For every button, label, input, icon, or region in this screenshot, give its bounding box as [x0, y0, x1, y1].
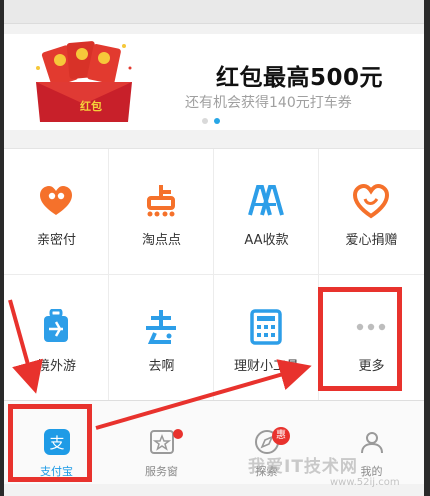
grid-item-aa[interactable]: AA收款	[214, 149, 319, 275]
grid-item-overseas[interactable]: 境外游	[4, 275, 109, 401]
aa-icon	[248, 185, 284, 216]
red-envelope-icon	[36, 41, 132, 122]
carousel-dot[interactable]	[202, 118, 208, 124]
carousel-dot-active[interactable]	[214, 118, 220, 124]
grid-item-finance-tools[interactable]: 理财小工具	[214, 275, 319, 401]
calculator-icon	[250, 309, 282, 345]
banner-title: 红包最高500元	[216, 65, 384, 91]
grid-item-label: 淘点点	[141, 233, 181, 248]
tab-service-window[interactable]: 服务窗	[109, 401, 214, 485]
grid-item-charity[interactable]: 爱心捐赠	[319, 149, 424, 275]
hui-badge: 惠	[272, 427, 290, 445]
grid-item-label: 亲密付	[36, 233, 76, 248]
carousel-dots[interactable]	[202, 118, 220, 124]
redpack-label: 红包	[80, 100, 102, 113]
watermark-url: www.52ij.com	[330, 477, 400, 488]
grid-item-label: 爱心捐赠	[345, 233, 398, 248]
service-window-icon	[150, 430, 174, 454]
watermark-text: 我爱IT技术网	[248, 457, 358, 477]
grid-item-label: 理财小工具	[233, 359, 299, 374]
banner-subtitle: 还有机会获得140元打车券	[185, 95, 352, 111]
grid-item-qua[interactable]: 去啊	[109, 275, 214, 401]
profile-icon	[361, 432, 383, 454]
dianping-icon	[147, 185, 175, 217]
luggage-icon	[44, 309, 68, 342]
heart-people-icon	[40, 186, 72, 215]
grid-item-label: AA收款	[244, 233, 289, 248]
grid-item-label: 境外游	[36, 359, 76, 374]
notification-dot	[173, 429, 183, 439]
grid-item-label: 去啊	[148, 359, 175, 374]
promo-banner[interactable]: 红包 红包最高500元 还有机会获得140元打车券	[4, 34, 424, 130]
grid-item-qinmifu[interactable]: 亲密付	[4, 149, 109, 275]
highlight-box-more	[318, 287, 402, 391]
tab-label: 服务窗	[145, 465, 178, 478]
qua-icon	[146, 310, 176, 344]
highlight-box-alipay-tab	[8, 404, 92, 482]
grid-item-taodiandian[interactable]: 淘点点	[109, 149, 214, 275]
top-strip	[4, 0, 424, 24]
charity-heart-icon	[353, 183, 389, 219]
